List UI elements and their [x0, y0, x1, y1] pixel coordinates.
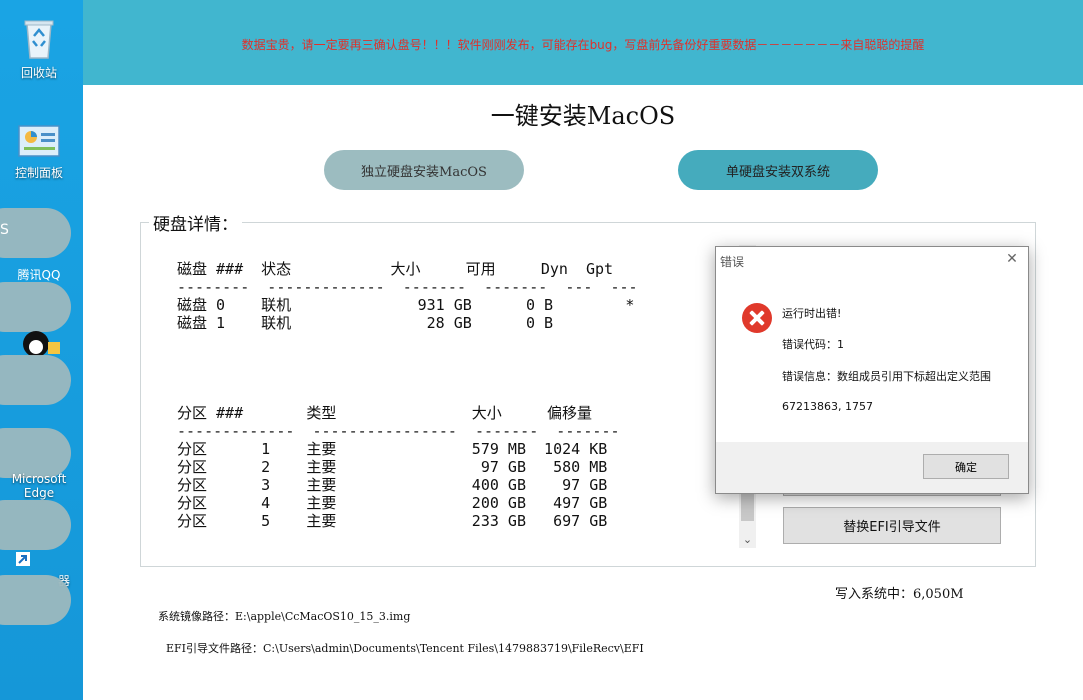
- desktop-icon-edge[interactable]: Microsoft Edge: [0, 472, 78, 500]
- dialog-message: 运行时出错!: [782, 307, 842, 320]
- desktop-icon-label: Microsoft Edge: [11, 472, 67, 500]
- qq-penguin-icon: [23, 331, 60, 356]
- control-panel-icon: [18, 125, 60, 157]
- error-icon: [742, 303, 772, 333]
- error-dialog: 错误 ✕ 运行时出错! 错误代码：1 错误信息：数组成员引用下标超出定义范围 6…: [715, 246, 1029, 494]
- overlay-pill: [0, 575, 71, 625]
- overlay-pill: [0, 428, 71, 478]
- desktop-icon-label: 控制面板: [14, 166, 63, 180]
- overlay-pill: [0, 355, 71, 405]
- image-path: 系统镜像路径：E:\apple\CcMacOS10_15_3.img: [158, 610, 411, 623]
- dialog-error-code: 错误代码：1: [782, 338, 844, 351]
- dual-system-install-button[interactable]: 单硬盘安装双系统: [678, 150, 878, 190]
- chevron-down-icon[interactable]: ⌄: [739, 531, 756, 548]
- shortcut-arrow-icon: [16, 552, 30, 566]
- dialog-title: 错误: [720, 255, 745, 269]
- disk-details-text: 磁盘 ### 状态 大小 可用 Dyn Gpt -------- -------…: [177, 260, 638, 530]
- overlay-pill-text: S: [0, 222, 9, 238]
- recycle-bin-icon: [24, 20, 54, 59]
- overlay-pill: [0, 282, 71, 332]
- write-progress: 写入系统中：6,050M: [835, 587, 964, 602]
- efi-path: EFI引导文件路径：C:\Users\admin\Documents\Tence…: [166, 642, 644, 655]
- warning-banner: 数据宝贵，请一定要再三确认盘号！！！软件刚刚发布，可能存在bug，写盘前先备份好…: [83, 0, 1083, 85]
- page-title: 一键安装MacOS: [490, 102, 676, 130]
- desktop-icon-qq[interactable]: 腾讯QQ: [0, 266, 78, 283]
- independent-disk-install-button[interactable]: 独立硬盘安装MacOS: [324, 150, 524, 190]
- desktop-icon-label: 腾讯QQ: [17, 268, 61, 282]
- disk-details-legend: 硬盘详情：: [149, 210, 242, 235]
- desktop-icon-label: 回收站: [20, 66, 57, 80]
- desktop-icon-recycle-bin[interactable]: 回收站: [0, 16, 78, 81]
- dialog-error-numbers: 67213863, 1757: [782, 400, 873, 413]
- overlay-pill: [0, 500, 71, 550]
- ok-button[interactable]: 确定: [923, 454, 1009, 479]
- dialog-footer: 确定: [716, 442, 1028, 493]
- warning-text: 数据宝贵，请一定要再三确认盘号！！！软件刚刚发布，可能存在bug，写盘前先备份好…: [241, 38, 925, 52]
- dialog-error-info: 错误信息：数组成员引用下标超出定义范围: [782, 370, 991, 383]
- overlay-pill: [0, 208, 71, 258]
- desktop-icon-control-panel[interactable]: 控制面板: [0, 124, 78, 181]
- replace-efi-button[interactable]: 替换EFI引导文件: [783, 507, 1001, 544]
- close-icon[interactable]: ✕: [1004, 251, 1020, 267]
- desktop-strip: 回收站 控制面板 S 腾讯QQ Microsoft Edge 器: [0, 0, 83, 700]
